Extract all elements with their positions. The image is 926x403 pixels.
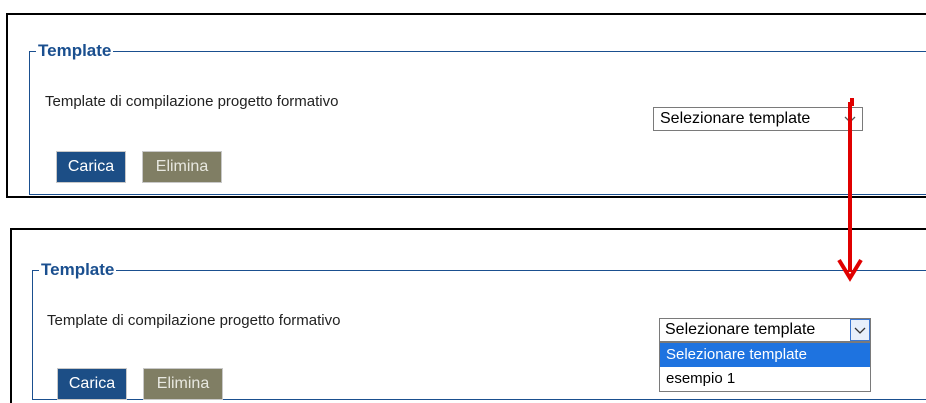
template-fieldset: Template Template di compilazione proget… xyxy=(29,41,926,195)
template-legend: Template xyxy=(41,260,115,279)
template-select-value: Selezionare template xyxy=(665,321,816,338)
template-panel-open: Template Template di compilazione proget… xyxy=(10,228,926,403)
arrow-down-icon xyxy=(837,98,863,282)
template-fieldset: Template Template di compilazione proget… xyxy=(32,260,926,400)
load-button[interactable]: Carica xyxy=(57,368,127,400)
dropdown-option[interactable]: esempio 1 xyxy=(660,367,870,391)
template-select-value: Selezionare template xyxy=(660,110,811,127)
dropdown-option[interactable]: Selezionare template xyxy=(660,343,870,367)
delete-button[interactable]: Elimina xyxy=(143,368,223,400)
template-field-label: Template di compilazione progetto format… xyxy=(45,93,339,110)
template-dropdown-list: Selezionare template esempio 1 xyxy=(659,342,871,392)
template-panel-closed: Template Template di compilazione proget… xyxy=(6,13,926,198)
template-select[interactable]: Selezionare template xyxy=(659,318,871,342)
delete-button[interactable]: Elimina xyxy=(142,151,222,183)
load-button[interactable]: Carica xyxy=(56,151,126,183)
template-field-label: Template di compilazione progetto format… xyxy=(47,312,341,329)
chevron-down-icon[interactable] xyxy=(850,319,870,341)
template-legend: Template xyxy=(38,41,112,60)
